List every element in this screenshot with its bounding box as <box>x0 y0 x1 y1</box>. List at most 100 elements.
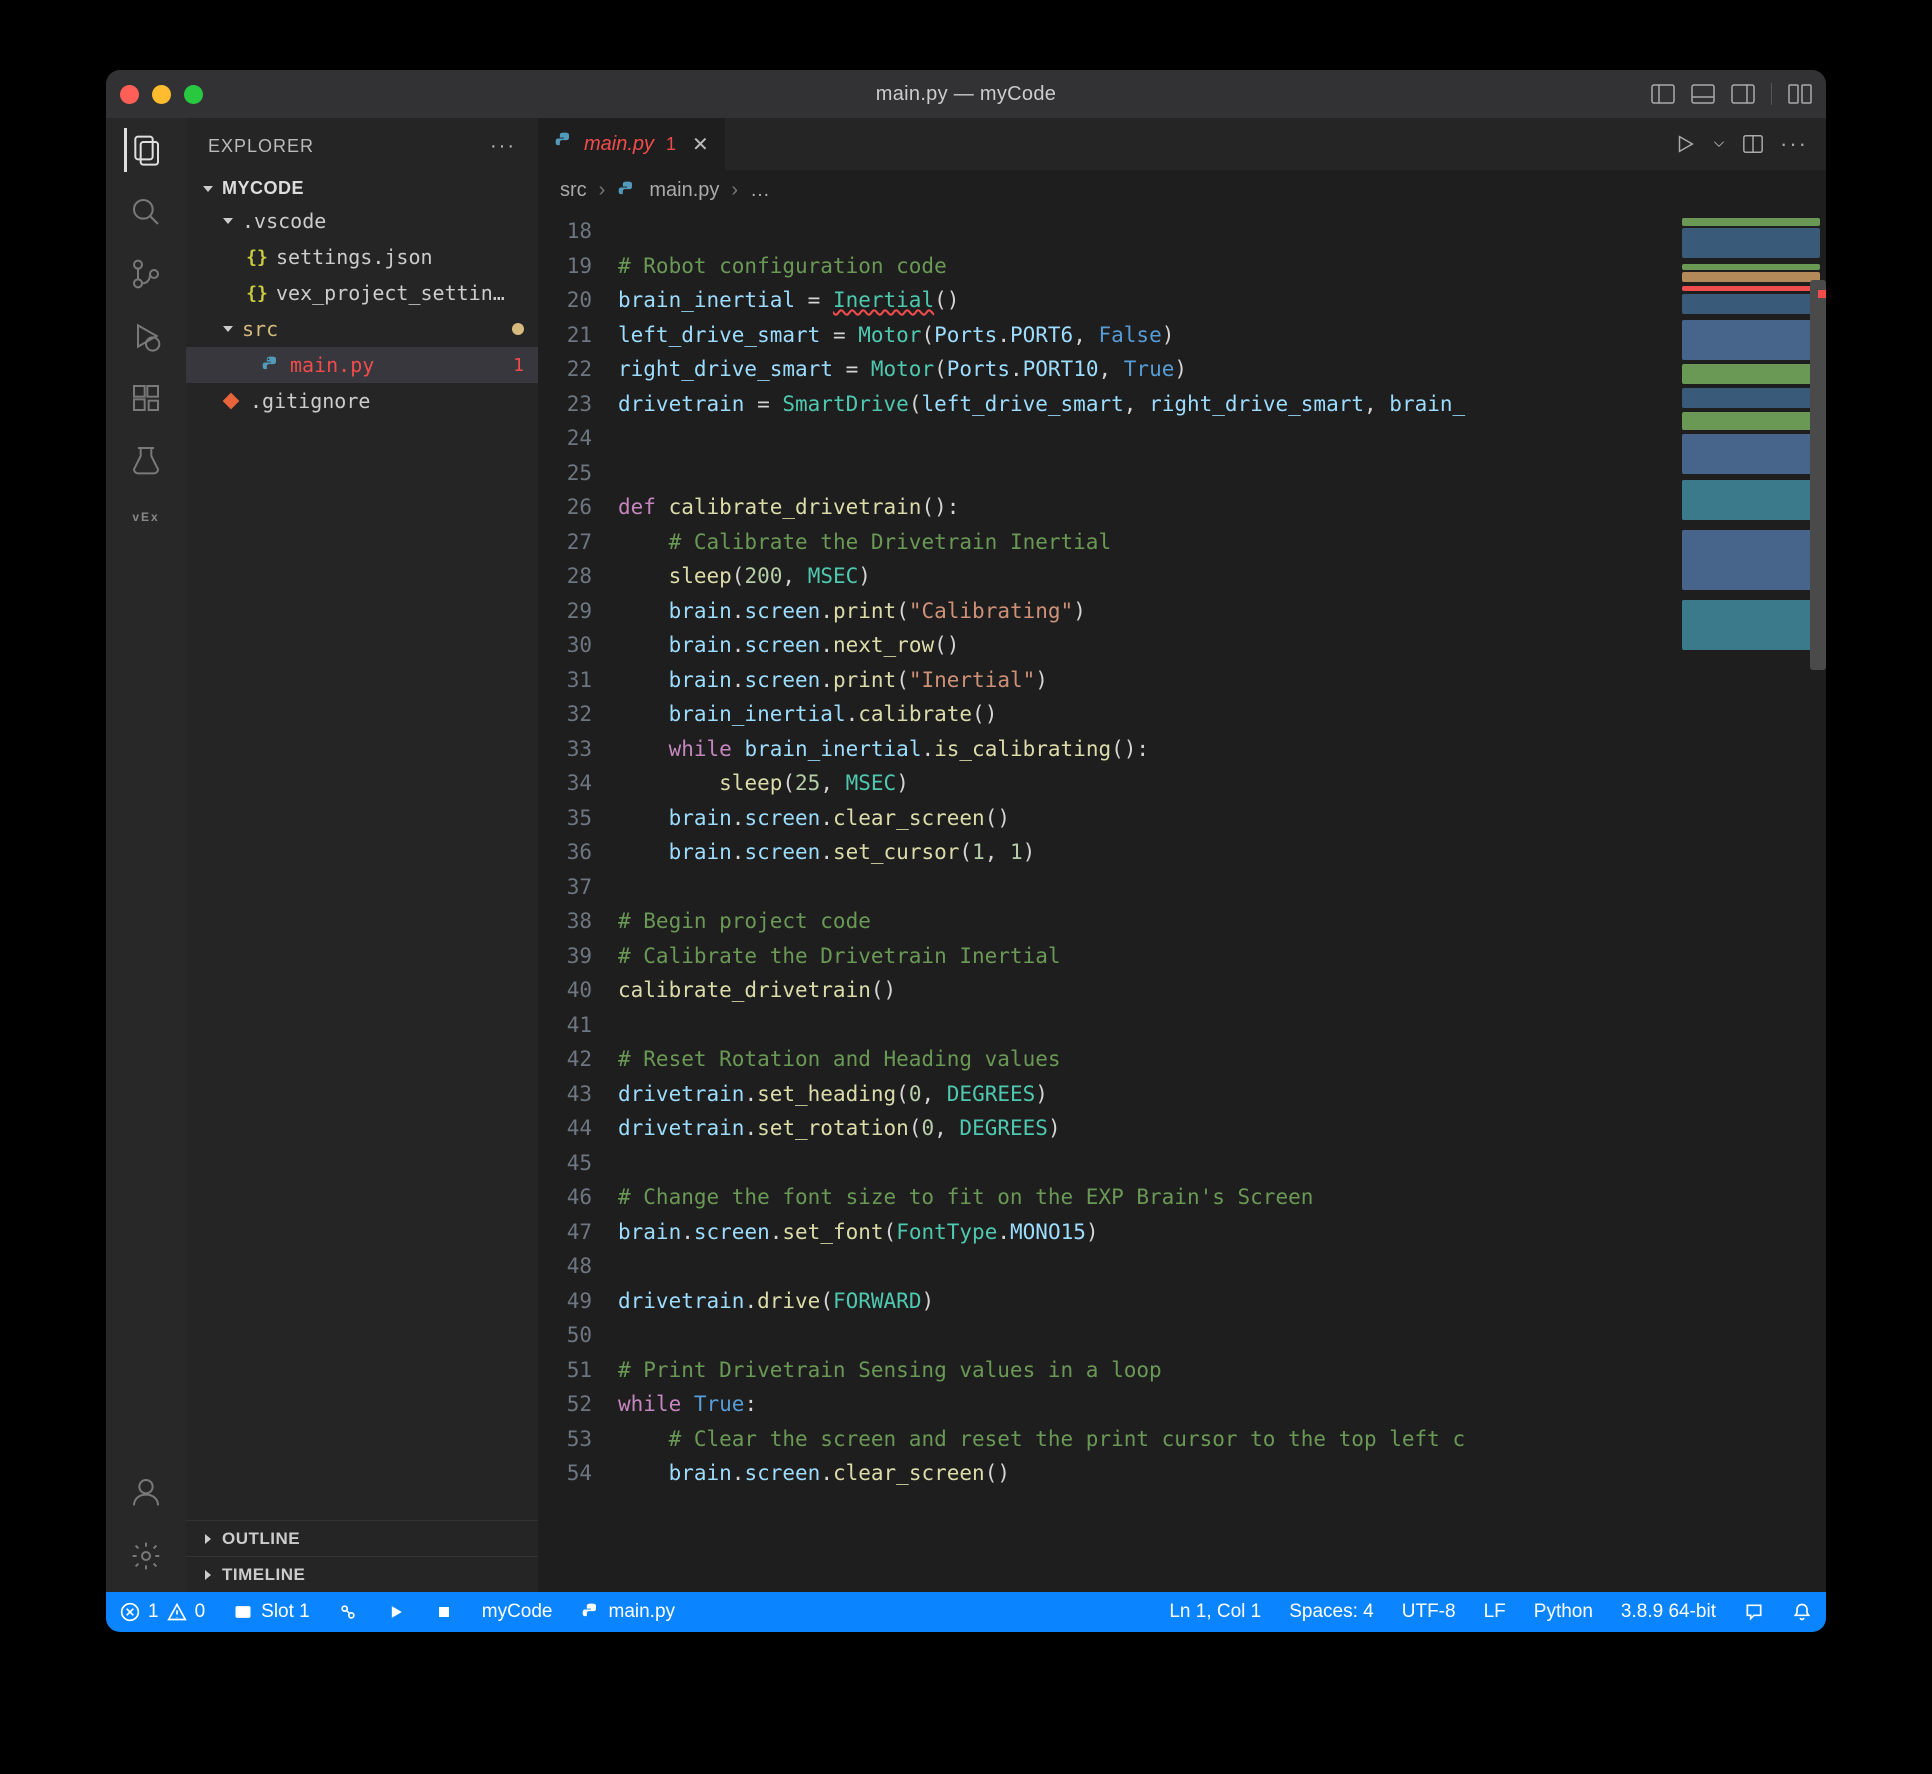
explorer-more-icon[interactable]: ··· <box>490 135 516 158</box>
error-count: 1 <box>148 1601 159 1623</box>
tab-error-count: 1 <box>666 134 676 155</box>
window-controls <box>120 85 203 104</box>
accounts-activity[interactable] <box>124 1470 168 1514</box>
explorer-activity[interactable] <box>124 128 168 172</box>
titlebar-layout-controls <box>1651 83 1812 105</box>
minimap-scrollbar[interactable] <box>1810 280 1826 670</box>
chevron-right-icon: › <box>599 179 606 202</box>
file-label: settings.json <box>276 245 433 269</box>
outline-label: OUTLINE <box>222 1529 300 1549</box>
dirty-indicator-icon <box>512 323 524 335</box>
panel-bottom-icon[interactable] <box>1691 84 1715 104</box>
feedback-icon <box>1744 1602 1764 1622</box>
run-file-icon[interactable] <box>1674 133 1696 155</box>
folder-label: .vscode <box>242 209 326 233</box>
tab-main-py[interactable]: main.py 1 ✕ <box>538 118 725 170</box>
folder-src[interactable]: src <box>186 311 538 347</box>
json-icon: {} <box>246 246 268 268</box>
stop-icon <box>434 1602 454 1622</box>
panel-right-icon[interactable] <box>1731 84 1755 104</box>
search-activity[interactable] <box>124 190 168 234</box>
file-label: vex_project_settin… <box>276 281 505 305</box>
error-count: 1 <box>513 355 524 376</box>
timeline-label: TIMELINE <box>222 1565 305 1585</box>
slot-icon <box>233 1602 253 1622</box>
status-problems[interactable]: 1 0 <box>106 1601 219 1623</box>
file-vex-project-settings[interactable]: {} vex_project_settin… <box>186 275 538 311</box>
run-dropdown-icon[interactable] <box>1712 133 1726 155</box>
file-gitignore[interactable]: .gitignore <box>186 383 538 419</box>
explorer-header: EXPLORER ··· <box>186 118 538 174</box>
git-icon <box>220 390 242 412</box>
folder-vscode[interactable]: .vscode <box>186 203 538 239</box>
file-label: main.py <box>290 353 374 377</box>
status-eol[interactable]: LF <box>1470 1601 1520 1623</box>
testing-activity[interactable] <box>124 438 168 482</box>
status-notifications[interactable] <box>1778 1601 1826 1623</box>
build-icon <box>338 1602 358 1622</box>
python-icon <box>581 1602 601 1622</box>
status-build[interactable] <box>324 1602 372 1622</box>
status-python-version[interactable]: 3.8.9 64-bit <box>1607 1601 1730 1623</box>
editor-area: main.py 1 ✕ ··· src › main.py › … <box>538 118 1826 1592</box>
file-label: .gitignore <box>250 389 370 413</box>
python-icon <box>617 179 637 202</box>
split-editor-icon[interactable] <box>1742 133 1764 155</box>
workspace-root[interactable]: MYCODE <box>186 174 538 203</box>
crumb-file[interactable]: main.py <box>649 179 719 202</box>
crumb-src[interactable]: src <box>560 179 587 202</box>
editor-more-icon[interactable]: ··· <box>1780 131 1808 157</box>
status-encoding[interactable]: UTF-8 <box>1388 1601 1470 1623</box>
status-language[interactable]: Python <box>1520 1601 1607 1623</box>
customize-layout-icon[interactable] <box>1788 84 1812 104</box>
chevron-right-icon: › <box>731 179 738 202</box>
status-indent[interactable]: Spaces: 4 <box>1275 1601 1388 1623</box>
python-icon <box>260 354 282 376</box>
json-icon: {} <box>246 282 268 304</box>
python-icon <box>554 131 574 157</box>
minimize-window-button[interactable] <box>152 85 171 104</box>
warning-icon <box>167 1602 187 1622</box>
tab-title: main.py <box>584 133 654 156</box>
vscode-window: main.py — myCode <box>106 70 1826 1632</box>
status-project[interactable]: myCode <box>468 1601 567 1623</box>
zoom-window-button[interactable] <box>184 85 203 104</box>
status-slot[interactable]: Slot 1 <box>219 1601 324 1623</box>
file-main-py[interactable]: main.py 1 <box>186 347 538 383</box>
extensions-activity[interactable] <box>124 376 168 420</box>
titlebar: main.py — myCode <box>106 70 1826 118</box>
crumb-rest[interactable]: … <box>750 179 770 202</box>
warning-count: 0 <box>195 1601 206 1623</box>
file-settings-json[interactable]: {} settings.json <box>186 239 538 275</box>
play-icon <box>386 1602 406 1622</box>
timeline-section[interactable]: TIMELINE <box>186 1556 538 1592</box>
source-control-activity[interactable] <box>124 252 168 296</box>
vex-activity[interactable]: vEx <box>132 510 159 524</box>
status-play[interactable] <box>372 1602 420 1622</box>
activity-bar: vEx <box>106 118 186 1592</box>
folder-label: src <box>242 317 278 341</box>
run-debug-activity[interactable] <box>124 314 168 358</box>
explorer-sidebar: EXPLORER ··· MYCODE .vscode {} settings.… <box>186 118 538 1592</box>
minimap-error-marker <box>1818 290 1826 298</box>
bell-icon <box>1792 1602 1812 1622</box>
outline-section[interactable]: OUTLINE <box>186 1520 538 1556</box>
explorer-title: EXPLORER <box>208 136 314 157</box>
panel-left-icon[interactable] <box>1651 84 1675 104</box>
window-title: main.py — myCode <box>106 83 1826 106</box>
close-window-button[interactable] <box>120 85 139 104</box>
code-editor[interactable]: 18 19 20 21 22 23 24 25 26 27 28 29 30 3… <box>538 210 1826 1592</box>
tab-close-icon[interactable]: ✕ <box>692 132 709 157</box>
line-number-gutter: 18 19 20 21 22 23 24 25 26 27 28 29 30 3… <box>538 210 608 1592</box>
code-content[interactable]: # Robot configuration code brain_inertia… <box>608 210 1826 1592</box>
status-cursor[interactable]: Ln 1, Col 1 <box>1155 1601 1275 1623</box>
status-bar: 1 0 Slot 1 myCode main.py Ln 1, Col 1 Sp… <box>106 1592 1826 1632</box>
settings-activity[interactable] <box>124 1534 168 1578</box>
status-feedback[interactable] <box>1730 1601 1778 1623</box>
error-icon <box>120 1602 140 1622</box>
breadcrumbs[interactable]: src › main.py › … <box>538 170 1826 210</box>
status-stop[interactable] <box>420 1602 468 1622</box>
minimap[interactable] <box>1676 210 1826 1592</box>
workspace-name: MYCODE <box>222 178 304 199</box>
status-file[interactable]: main.py <box>567 1601 690 1623</box>
